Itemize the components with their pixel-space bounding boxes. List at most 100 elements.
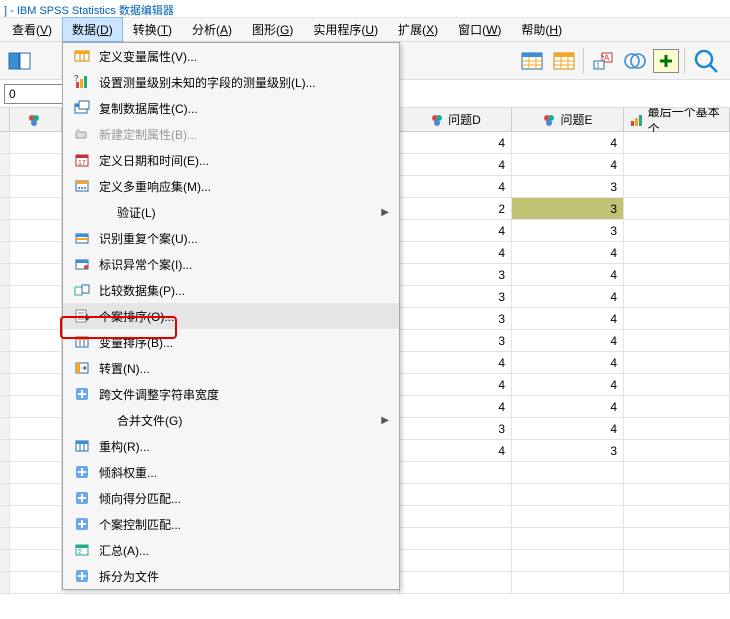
- row-number[interactable]: [0, 264, 10, 285]
- cell-f[interactable]: [624, 308, 730, 329]
- row-number[interactable]: [0, 462, 10, 483]
- cell-e[interactable]: 4: [512, 418, 624, 439]
- cell[interactable]: [10, 352, 62, 373]
- cell-f[interactable]: [624, 154, 730, 175]
- header-rownum[interactable]: [0, 108, 10, 131]
- cell-f[interactable]: [624, 572, 730, 593]
- row-number[interactable]: [0, 198, 10, 219]
- row-number[interactable]: [0, 440, 10, 461]
- define-multiple-response[interactable]: 定义多重响应集(M)...: [63, 173, 399, 199]
- header-col-f[interactable]: 最后一个基本个: [624, 108, 730, 131]
- identify-unusual-cases[interactable]: 标识异常个案(I)...: [63, 251, 399, 277]
- menu-转换[interactable]: 转换(T): [123, 17, 182, 42]
- row-number[interactable]: [0, 132, 10, 153]
- cell-d[interactable]: [400, 462, 512, 483]
- cell-e[interactable]: [512, 462, 624, 483]
- row-number[interactable]: [0, 220, 10, 241]
- cell-e[interactable]: 4: [512, 154, 624, 175]
- cell-e[interactable]: [512, 550, 624, 571]
- aggregate[interactable]: Σ汇总(A)...: [63, 537, 399, 563]
- cell-d[interactable]: 4: [400, 374, 512, 395]
- cell-d[interactable]: [400, 528, 512, 549]
- cell-f[interactable]: [624, 418, 730, 439]
- cell-f[interactable]: [624, 528, 730, 549]
- header-col-e[interactable]: 问题E: [512, 108, 624, 131]
- cell-e[interactable]: 3: [512, 440, 624, 461]
- menu-窗口[interactable]: 窗口(W): [448, 17, 511, 42]
- cell-e[interactable]: 4: [512, 396, 624, 417]
- cell-e[interactable]: 4: [512, 242, 624, 263]
- compare-datasets[interactable]: 比较数据集(P)...: [63, 277, 399, 303]
- propensity-score-matching[interactable]: 倾向得分匹配...: [63, 485, 399, 511]
- cell[interactable]: [10, 308, 62, 329]
- cell[interactable]: [10, 374, 62, 395]
- cell-e[interactable]: 4: [512, 264, 624, 285]
- cell-d[interactable]: 3: [400, 264, 512, 285]
- row-number[interactable]: [0, 176, 10, 197]
- cell[interactable]: [10, 286, 62, 307]
- cell-e[interactable]: 3: [512, 176, 624, 197]
- header-col-d[interactable]: 问题D: [400, 108, 512, 131]
- case-control-matching[interactable]: 个案控制匹配...: [63, 511, 399, 537]
- cell-d[interactable]: 2: [400, 198, 512, 219]
- search-icon[interactable]: [690, 47, 724, 75]
- cell-e[interactable]: 4: [512, 374, 624, 395]
- merge-files-submenu[interactable]: 合并文件(G)▶: [63, 407, 399, 433]
- sort-cases[interactable]: 个案排序(O)...: [63, 303, 399, 329]
- row-number[interactable]: [0, 374, 10, 395]
- cell-f[interactable]: [624, 264, 730, 285]
- cell-d[interactable]: 3: [400, 286, 512, 307]
- cell-e[interactable]: [512, 572, 624, 593]
- cell-d[interactable]: [400, 550, 512, 571]
- cell[interactable]: [10, 528, 62, 549]
- cell-f[interactable]: [624, 506, 730, 527]
- cell-f[interactable]: [624, 550, 730, 571]
- toolbar-icon-1[interactable]: [6, 47, 34, 75]
- row-number[interactable]: [0, 484, 10, 505]
- adjust-string-widths[interactable]: 跨文件调整字符串宽度: [63, 381, 399, 407]
- cell-e[interactable]: [512, 484, 624, 505]
- cell-f[interactable]: [624, 462, 730, 483]
- cell[interactable]: [10, 264, 62, 285]
- row-number[interactable]: [0, 242, 10, 263]
- cell-d[interactable]: [400, 484, 512, 505]
- row-number[interactable]: [0, 154, 10, 175]
- menu-图形[interactable]: 图形(G): [242, 17, 303, 42]
- header-col-blank[interactable]: [10, 108, 62, 131]
- cell-d[interactable]: 4: [400, 154, 512, 175]
- define-dates[interactable]: 17定义日期和时间(E)...: [63, 147, 399, 173]
- rake-weights[interactable]: 倾斜权重...: [63, 459, 399, 485]
- cell-f[interactable]: [624, 484, 730, 505]
- cell[interactable]: [10, 176, 62, 197]
- cell-e[interactable]: 4: [512, 352, 624, 373]
- cell-e[interactable]: 4: [512, 308, 624, 329]
- cell[interactable]: [10, 198, 62, 219]
- cell[interactable]: [10, 484, 62, 505]
- cell[interactable]: [10, 506, 62, 527]
- menu-实用程序[interactable]: 实用程序(U): [303, 17, 388, 42]
- cell[interactable]: [10, 462, 62, 483]
- cell[interactable]: [10, 550, 62, 571]
- cell-f[interactable]: [624, 286, 730, 307]
- cell-f[interactable]: [624, 176, 730, 197]
- toolbar-plus-icon[interactable]: [653, 49, 679, 73]
- cell[interactable]: [10, 154, 62, 175]
- cell-d[interactable]: 3: [400, 418, 512, 439]
- cell-f[interactable]: [624, 220, 730, 241]
- toolbar-grid-icon-1[interactable]: [518, 47, 546, 75]
- cell-d[interactable]: 4: [400, 132, 512, 153]
- cell-d[interactable]: 4: [400, 352, 512, 373]
- validation-submenu[interactable]: 验证(L)▶: [63, 199, 399, 225]
- row-number[interactable]: [0, 550, 10, 571]
- menu-帮助[interactable]: 帮助(H): [511, 17, 572, 42]
- toolbar-grid-icon-2[interactable]: [550, 47, 578, 75]
- row-number[interactable]: [0, 572, 10, 593]
- cell-d[interactable]: 3: [400, 308, 512, 329]
- sort-variables[interactable]: 变量排序(B)...: [63, 329, 399, 355]
- cell-e[interactable]: 3: [512, 198, 624, 219]
- row-number[interactable]: [0, 396, 10, 417]
- cell-d[interactable]: [400, 572, 512, 593]
- cell[interactable]: [10, 440, 62, 461]
- restructure[interactable]: 重构(R)...: [63, 433, 399, 459]
- menu-查看[interactable]: 查看(V): [2, 17, 62, 42]
